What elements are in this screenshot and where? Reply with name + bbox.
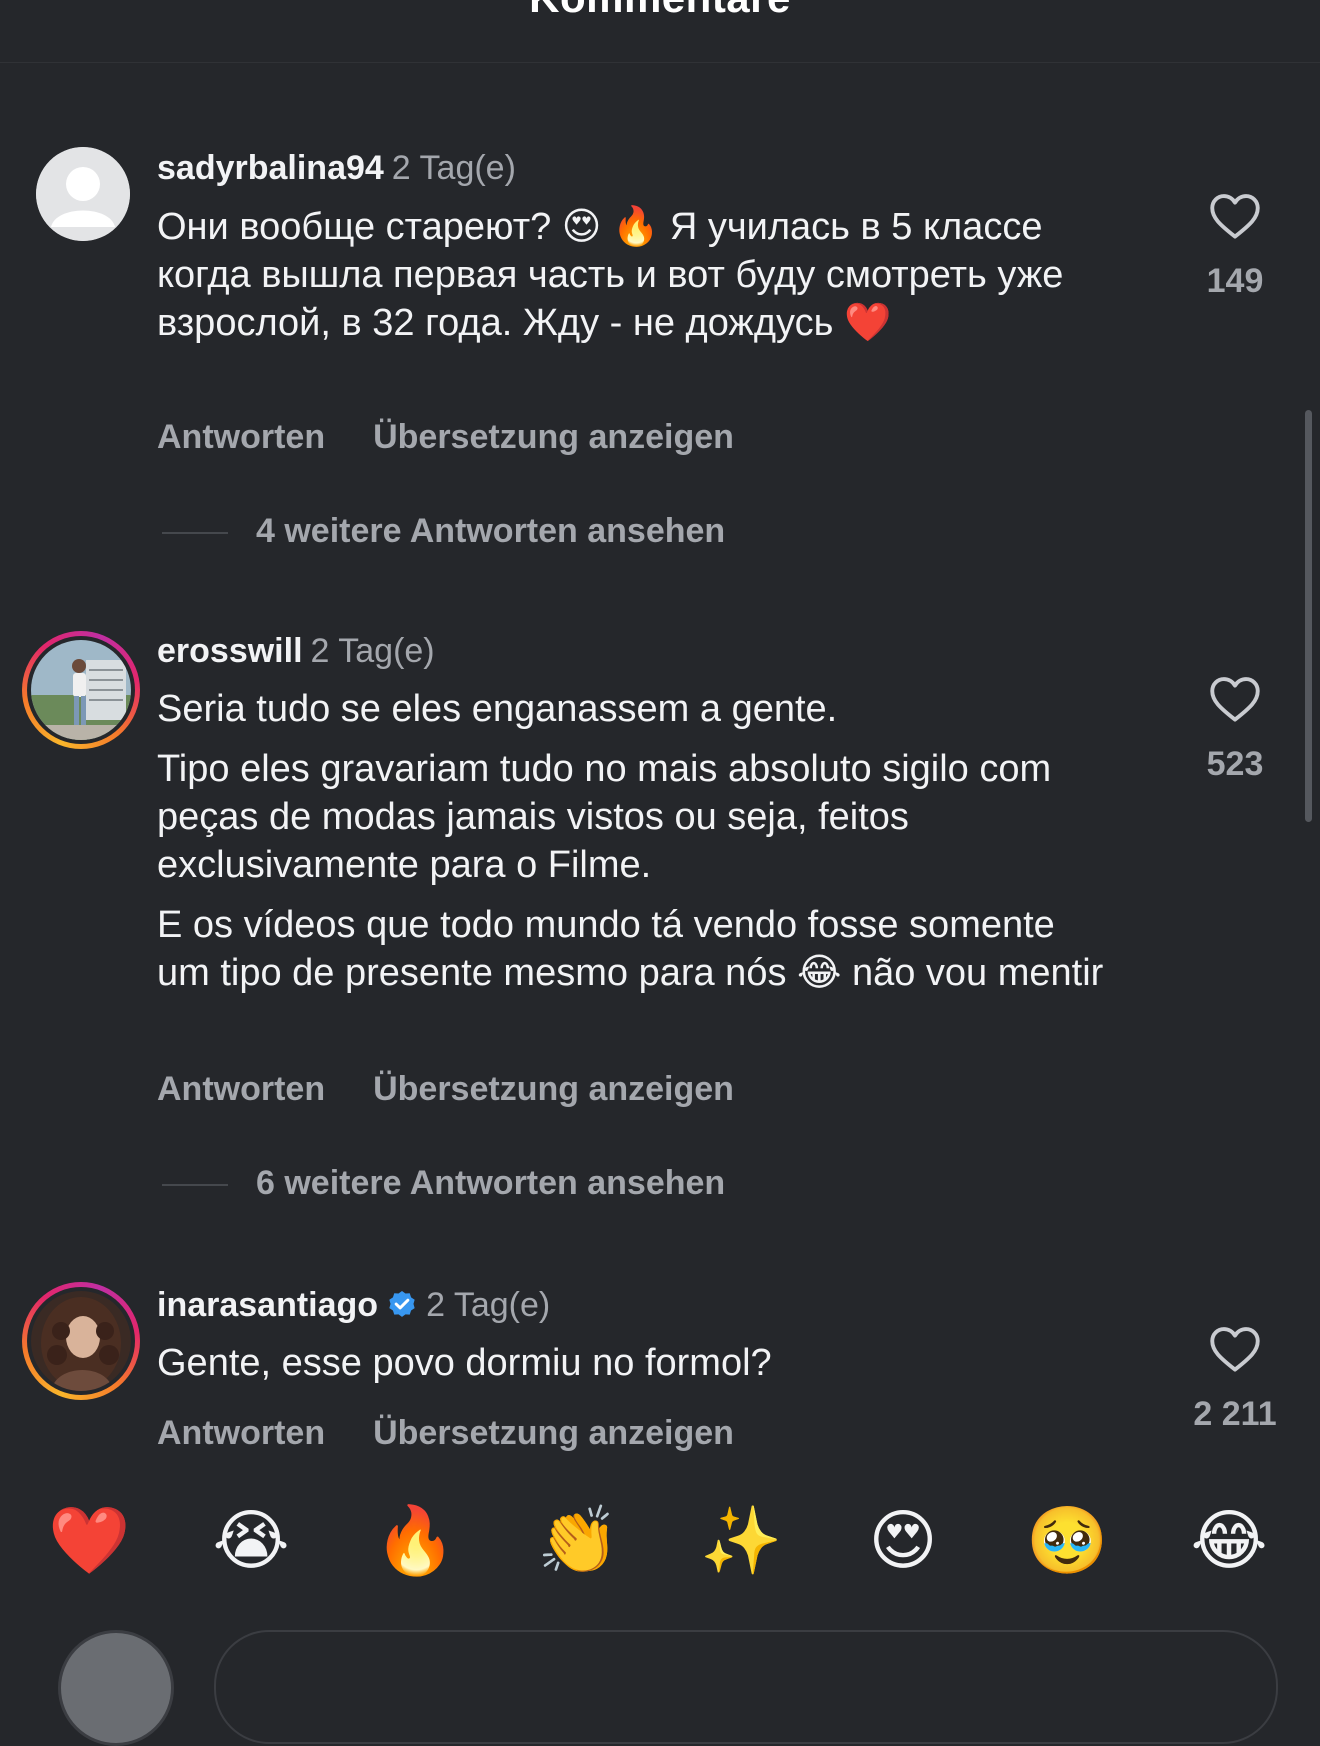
- reply-button[interactable]: Antworten: [157, 1070, 325, 1108]
- show-translation-button[interactable]: Übersetzung anzeigen: [373, 1414, 734, 1452]
- emoji-reaction-bar: ❤️ 😭 🔥 👏 ✨ 😍 🥹 😂: [0, 1500, 1320, 1590]
- current-user-avatar: [58, 1630, 174, 1746]
- show-translation-button[interactable]: Übersetzung anzeigen: [373, 418, 734, 456]
- default-avatar-icon: [36, 147, 130, 241]
- username[interactable]: sadyrbalina94: [157, 149, 384, 187]
- comments-header: Kommentare: [0, 0, 1320, 63]
- more-replies-label: 4 weitere Antworten ansehen: [256, 512, 726, 550]
- username[interactable]: inarasantiago: [157, 1286, 378, 1324]
- comment-paragraph: Seria tudo se eles enganassem a gente.: [157, 688, 838, 730]
- comment-paragraph: E os vídeos que todo mundo tá vendo foss…: [157, 904, 1104, 994]
- like-area: 2 211: [1170, 1325, 1300, 1434]
- reply-button[interactable]: Antworten: [157, 418, 325, 456]
- comment-paragraph: Tipo eles gravariam tudo no mais absolut…: [157, 748, 1052, 886]
- emoji-holding-back-tears[interactable]: 🥹: [1026, 1500, 1108, 1580]
- view-more-replies-button[interactable]: 6 weitere Antworten ansehen: [162, 1164, 725, 1203]
- comment-actions: Antworten Übersetzung anzeigen: [157, 1414, 734, 1453]
- emoji-sparkles[interactable]: ✨: [700, 1500, 782, 1580]
- avatar-photo: [31, 1291, 131, 1391]
- comment-paragraph: Они вообще стареют? 😍 🔥 Я училась в 5 кл…: [157, 206, 1064, 344]
- person-photo-icon: [31, 640, 131, 740]
- scrollbar[interactable]: [1305, 410, 1312, 822]
- page-title: Kommentare: [0, 0, 1320, 22]
- avatar-photo: [31, 640, 131, 740]
- heart-outline-icon[interactable]: [1209, 192, 1261, 240]
- reply-button[interactable]: Antworten: [157, 1414, 325, 1452]
- like-count: 2 211: [1193, 1395, 1277, 1433]
- like-area: 149: [1170, 192, 1300, 301]
- emoji-heart-eyes[interactable]: 😍: [863, 1500, 943, 1580]
- comment-input[interactable]: [214, 1630, 1278, 1744]
- comment-text: Seria tudo se eles enganassem a gente. T…: [157, 685, 1117, 1009]
- like-area: 523: [1170, 675, 1300, 784]
- comment-meta: sadyrbalina94 2 Tag(e): [157, 148, 516, 188]
- timestamp: 2 Tag(e): [391, 149, 516, 187]
- emoji-loudly-crying[interactable]: 😭: [211, 1500, 291, 1580]
- like-count: 523: [1206, 745, 1264, 783]
- avatar[interactable]: [22, 631, 140, 749]
- avatar[interactable]: [22, 1282, 140, 1400]
- view-more-replies-button[interactable]: 4 weitere Antworten ansehen: [162, 512, 725, 551]
- emoji-clapping-hands[interactable]: 👏: [537, 1500, 619, 1580]
- more-replies-label: 6 weitere Antworten ansehen: [256, 1164, 726, 1202]
- emoji-red-heart[interactable]: ❤️: [48, 1500, 130, 1580]
- person-photo-icon: [31, 1291, 131, 1391]
- replies-divider-line: [162, 1184, 228, 1187]
- heart-outline-icon[interactable]: [1209, 675, 1261, 723]
- comment-meta: inarasantiago 2 Tag(e): [157, 1285, 550, 1325]
- like-count: 149: [1206, 262, 1264, 300]
- comment-text: Gente, esse povo dormiu no formol?: [157, 1339, 1117, 1399]
- heart-outline-icon[interactable]: [1209, 1325, 1261, 1373]
- avatar[interactable]: [36, 147, 130, 241]
- verified-badge-icon: [389, 1291, 415, 1317]
- replies-divider-line: [162, 532, 228, 535]
- comment-meta: erosswill 2 Tag(e): [157, 631, 435, 671]
- comment-text: Они вообще стареют? 😍 🔥 Я училась в 5 кл…: [157, 203, 1117, 359]
- emoji-tears-of-joy[interactable]: 😂: [1189, 1500, 1269, 1580]
- emoji-fire[interactable]: 🔥: [374, 1500, 456, 1580]
- username[interactable]: erosswill: [157, 632, 303, 670]
- comment-input-row: [0, 1620, 1320, 1746]
- timestamp: 2 Tag(e): [310, 632, 435, 670]
- timestamp: 2 Tag(e): [426, 1286, 551, 1324]
- comment-actions: Antworten Übersetzung anzeigen: [157, 418, 734, 457]
- comment-actions: Antworten Übersetzung anzeigen: [157, 1070, 734, 1109]
- show-translation-button[interactable]: Übersetzung anzeigen: [373, 1070, 734, 1108]
- comment-paragraph: Gente, esse povo dormiu no formol?: [157, 1342, 772, 1384]
